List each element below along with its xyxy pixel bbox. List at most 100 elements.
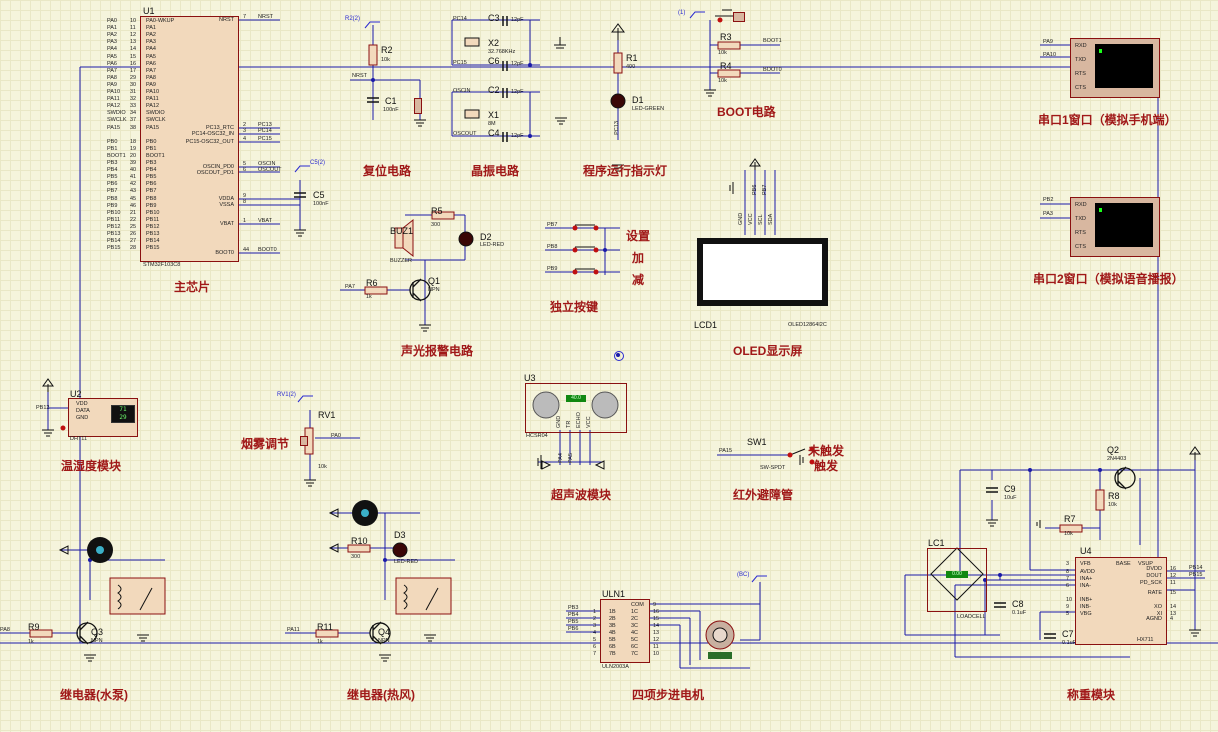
- mcu-pin-label: BOOT1: [146, 152, 165, 159]
- smoke-adjust-knob[interactable]: [300, 436, 308, 446]
- c3-ref: C3: [488, 13, 500, 23]
- mcu-pin-label: PA15: [146, 124, 160, 131]
- hx-left-num: 6: [1066, 583, 1070, 589]
- u4-ref: U4: [1080, 546, 1092, 556]
- rv1-ref: RV1: [318, 410, 336, 420]
- mcu-pin-label: PB10: [146, 209, 160, 216]
- mcu-pin-number: 30: [130, 81, 137, 88]
- uln-out-num: 15: [653, 616, 660, 622]
- mcu-net-label: PA3: [107, 39, 117, 46]
- sw1-part: SW-SPDT: [760, 465, 786, 471]
- uart1-terminal[interactable]: RXD TXD RTS CTS: [1070, 38, 1160, 98]
- pa7-net: PA7: [345, 284, 355, 290]
- mcu-pin-label: SWDIO: [146, 110, 165, 117]
- uln-out-num: 13: [653, 630, 660, 636]
- uart2-net-1: PB2: [1043, 197, 1054, 203]
- hx-left-pin: INA-: [1080, 583, 1091, 589]
- uln2003-chip[interactable]: 1B 1 2B 2 3B 3 4B 4 5B 5 6B 6 7B 7 COM 9 1C 16 2C 15 3C 14 4C 1…: [593, 599, 659, 663]
- rv1-val: 10k: [318, 464, 327, 470]
- uart2-pin-label: RXD: [1075, 202, 1087, 208]
- mcu-pin-label: PC14-OSC32_IN: [191, 131, 234, 137]
- r11-ref: R11: [317, 622, 333, 632]
- mcu-pin-number: 20: [130, 152, 137, 159]
- hx-right-num: 4: [1170, 616, 1174, 622]
- mcu-net-label: PA5: [107, 53, 117, 60]
- uart2-terminal[interactable]: RXD TXD RTS CTS: [1070, 197, 1160, 257]
- label-key-sub: 减: [632, 273, 645, 287]
- uln-in-pin: 6B: [609, 644, 616, 650]
- label-crystal: 晶振电路: [471, 164, 520, 178]
- uln-in-pin: 4B: [609, 630, 616, 636]
- uln1-ref: ULN1: [602, 589, 626, 599]
- pa0-net: PA0: [331, 433, 341, 439]
- oled-display[interactable]: [697, 238, 828, 306]
- ir-switch[interactable]: [792, 445, 808, 457]
- d1-val: LED-GREEN: [632, 106, 665, 112]
- mcu-pin-number: 12: [130, 32, 137, 39]
- mcu-pin-number: 39: [130, 160, 137, 166]
- x1-val: 8M: [488, 121, 496, 127]
- key-add-button[interactable]: [578, 242, 594, 248]
- c9-val: 10uF: [1004, 495, 1017, 501]
- reset-button[interactable]: [414, 98, 422, 114]
- mcu-pin-label: PA2: [146, 32, 156, 39]
- hx-left-num: 8: [1066, 569, 1070, 575]
- key-set-button[interactable]: [578, 220, 594, 226]
- dht11-module[interactable]: VDD DATA GND 71 29: [68, 398, 138, 437]
- hx-right-num: 15: [1170, 590, 1177, 596]
- mcu-net-label: PB0: [107, 138, 118, 145]
- hx-right-pin: PD_SCK: [1139, 580, 1162, 586]
- mcu-net-label: PB12: [107, 223, 121, 230]
- uln-in-num: 2: [593, 616, 597, 622]
- boot1-net: BOOT1: [763, 38, 782, 44]
- hx-top-pin: BASE: [1116, 561, 1131, 567]
- mcu-part: STM32F103C8: [143, 262, 181, 268]
- boot-probe: (1): [678, 10, 686, 16]
- oled-net-label: PB6: [752, 184, 758, 195]
- mcu-pin-number: 1: [243, 218, 247, 224]
- pb14-net: PB14: [1189, 565, 1203, 571]
- mcu-pin-number: 11: [130, 25, 136, 32]
- mcu-pin-number: 44: [243, 247, 250, 253]
- mcu-pin-number: 13: [130, 39, 137, 46]
- mcu-pin-label: VSSA: [219, 202, 234, 208]
- uart1-screen[interactable]: [1095, 44, 1153, 88]
- mcu-net-label: PB13: [107, 231, 121, 237]
- mcu-pin-label: NRST: [219, 17, 234, 23]
- mcu-pin-number: 40: [130, 167, 137, 174]
- r4-ref: R4: [720, 61, 732, 71]
- uart2-screen[interactable]: [1095, 203, 1153, 247]
- boot0-net: BOOT0: [763, 67, 782, 73]
- c4-val: 12pF: [511, 133, 524, 139]
- mcu-net-label: PB3: [107, 160, 118, 166]
- r8-ref: R8: [1108, 491, 1120, 501]
- hx711-chip[interactable]: VFB 3 AVDD 8 INA+ 7 INA- 6 INB+ 10 INB- 9 VBG 5 DVDD 16…: [1066, 557, 1176, 645]
- r7-val: 10k: [1064, 531, 1073, 537]
- uln-in-num: 1: [593, 609, 597, 615]
- label-keys: 独立按键: [550, 300, 599, 314]
- stepper-status: [708, 652, 732, 659]
- mcu-pin-label: PB6: [146, 181, 157, 188]
- hx-right-num: 11: [1170, 580, 1176, 586]
- boot-button[interactable]: [733, 12, 745, 22]
- mcu-net-label: PC15: [258, 136, 272, 142]
- key-sub-button[interactable]: [578, 264, 594, 270]
- uln-out-num: 10: [653, 651, 660, 657]
- mcu-net-label: PA11: [107, 96, 120, 103]
- stepper-probe: (BC): [737, 572, 750, 578]
- mcu-net-label: PB11: [107, 216, 121, 223]
- c7-val: 0.1uF: [1062, 640, 1077, 646]
- ultra-pin-label: ECHO: [576, 412, 582, 428]
- uln-out-num: 11: [653, 644, 659, 650]
- mcu-pin-number: 6: [243, 167, 247, 173]
- mcu-pin-label: OSCOUT_PD1: [196, 170, 234, 176]
- mcu-net-label: PA15: [107, 124, 121, 131]
- label-ir: 红外避障管: [733, 488, 794, 502]
- uart2-pin-label: RTS: [1075, 230, 1086, 236]
- c5-probe: C5(2): [310, 160, 326, 166]
- label-indicator: 程序运行指示灯: [583, 164, 668, 178]
- uln-out-num: 12: [653, 637, 660, 643]
- loadcell[interactable]: 0.00: [927, 548, 987, 612]
- mcu-pin-number: 17: [130, 67, 137, 74]
- mcu-pin-number: 42: [130, 181, 137, 188]
